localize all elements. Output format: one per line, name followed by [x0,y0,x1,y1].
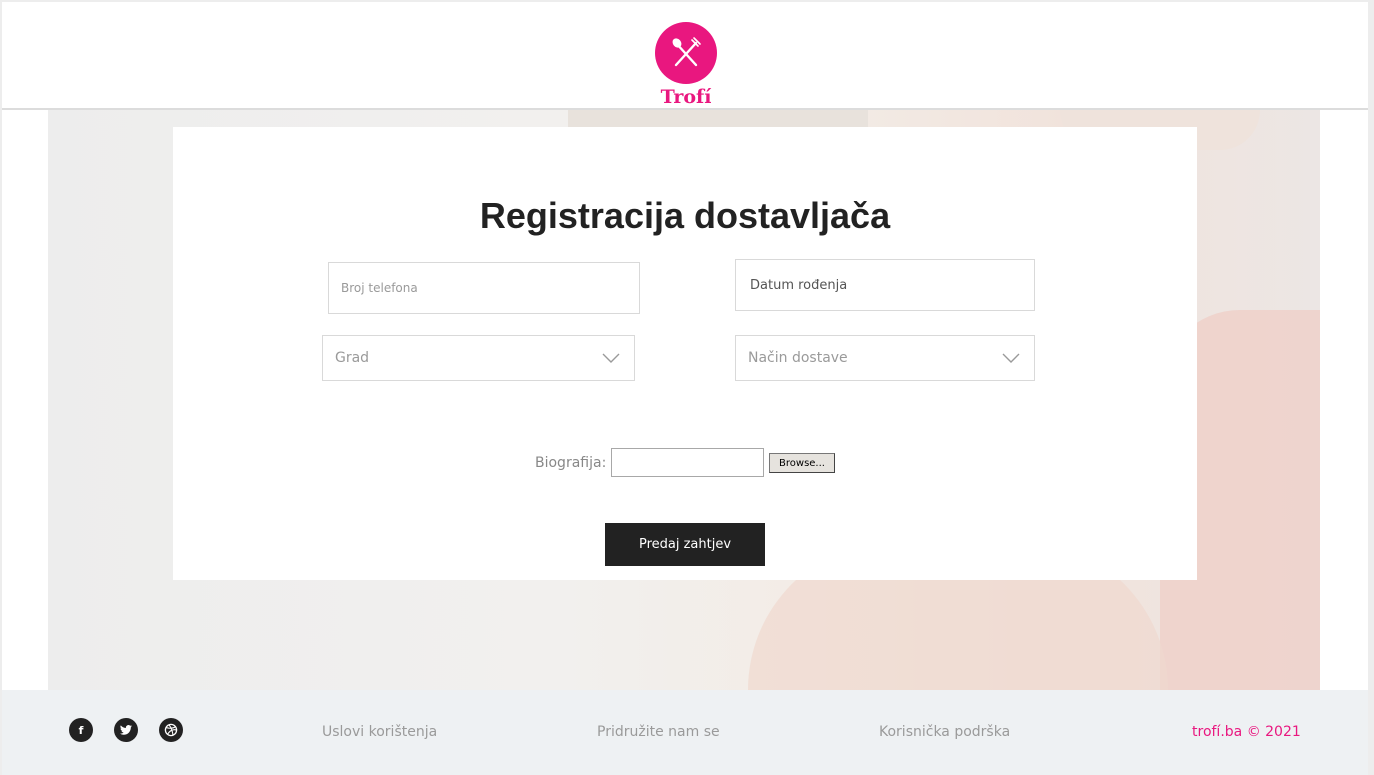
delivery-method-select[interactable]: Način dostave [735,335,1035,381]
chevron-down-icon [1002,353,1020,363]
city-select[interactable]: Grad [322,335,635,381]
biography-label: Biografija: [535,455,607,471]
city-select-value: Grad [335,350,370,366]
submit-button[interactable]: Predaj zahtjev [605,523,765,566]
logo[interactable]: Trofí [654,22,718,108]
twitter-icon[interactable] [114,718,138,742]
fork-spoon-icon [655,22,717,84]
site-header: Trofí [2,2,1368,110]
birthdate-field-wrapper [735,259,1035,311]
footer-link-support[interactable]: Korisnička podrška [879,724,1010,740]
delivery-select-value: Način dostave [748,350,848,366]
page-title: Registracija dostavljača [479,195,891,236]
phone-field-wrapper [328,262,640,314]
site-footer: f Uslovi korištenja Pridružite nam se Ko… [2,690,1368,775]
browse-button[interactable]: Browse... [769,453,835,473]
footer-link-terms[interactable]: Uslovi korištenja [322,724,437,740]
footer-link-join[interactable]: Pridružite nam se [597,724,720,740]
dribbble-icon[interactable] [159,718,183,742]
logo-text: Trofí [660,86,712,108]
copyright: trofí.ba © 2021 [1192,724,1301,740]
registration-card: Registracija dostavljača Grad Način dost… [173,127,1197,580]
birthdate-input[interactable] [736,260,1034,310]
facebook-icon[interactable]: f [69,718,93,742]
biography-file-input[interactable] [611,448,764,477]
phone-input[interactable] [329,263,639,313]
chevron-down-icon [602,353,620,363]
